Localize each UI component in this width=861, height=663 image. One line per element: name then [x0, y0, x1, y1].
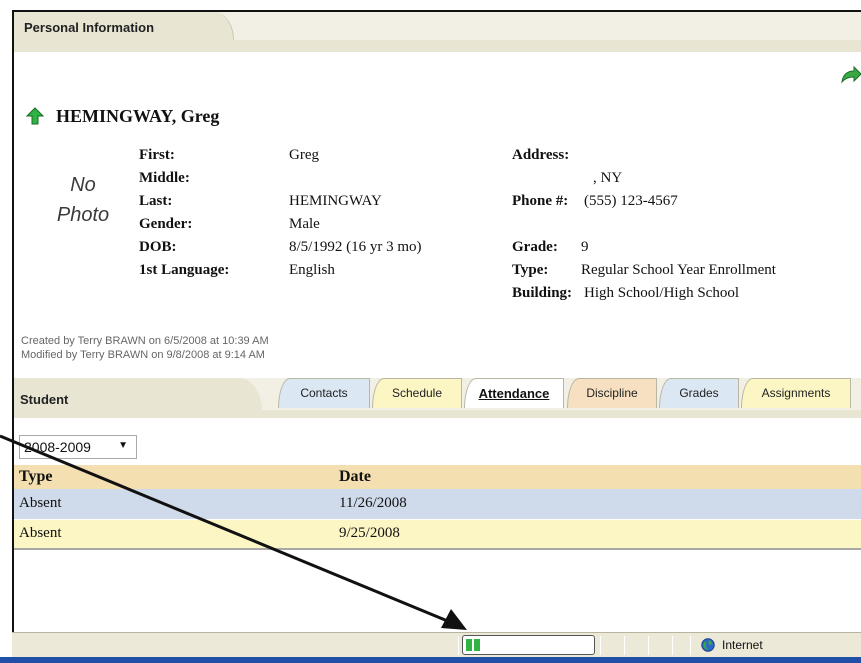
address-value: , NY	[593, 170, 623, 186]
table-header-row: Type Date	[14, 465, 861, 489]
gender-label: Gender:	[139, 216, 193, 232]
cell-type: Absent	[14, 519, 334, 550]
language-value: English	[289, 262, 335, 278]
status-separator	[458, 636, 459, 655]
gender-value: Male	[289, 216, 320, 232]
enrollment-type-value: Regular School Year Enrollment	[581, 262, 776, 278]
tab-contacts[interactable]: Contacts	[278, 378, 370, 408]
grade-label: Grade:	[512, 239, 558, 255]
enrollment-type-label: Type:	[512, 262, 549, 278]
status-separator	[624, 636, 625, 655]
status-separator	[600, 636, 601, 655]
modified-by-text: Modified by Terry BRAWN on 9/8/2008 at 9…	[21, 349, 265, 361]
security-zone-label: Internet	[722, 638, 763, 652]
table-row[interactable]: Absent 9/25/2008	[14, 519, 861, 550]
language-label: 1st Language:	[139, 262, 230, 278]
tab-bar-band	[14, 410, 861, 418]
browser-content-frame: Personal Information HEMINGWAY, Greg No …	[12, 10, 861, 632]
status-separator	[648, 636, 649, 655]
tab-schedule[interactable]: Schedule	[372, 378, 462, 408]
school-year-value: 2008-2009	[24, 439, 91, 455]
up-arrow-icon[interactable]	[26, 107, 44, 125]
student-name: HEMINGWAY, Greg	[56, 105, 220, 126]
building-label: Building:	[512, 285, 573, 301]
browser-status-bar: Internet	[12, 632, 861, 657]
forward-arrow-icon[interactable]	[840, 66, 861, 84]
phone-value: (555) 123-4567	[584, 193, 678, 209]
header-band	[14, 40, 861, 52]
photo-placeholder-line-2: Photo	[56, 204, 110, 226]
tab-attendance[interactable]: Attendance	[464, 378, 564, 408]
last-name-value: HEMINGWAY	[289, 193, 382, 209]
created-by-text: Created by Terry BRAWN on 6/5/2008 at 10…	[21, 335, 269, 347]
dob-label: DOB:	[139, 239, 177, 255]
address-label: Address:	[512, 147, 570, 163]
dob-value: 8/5/1992 (16 yr 3 mo)	[289, 239, 422, 255]
phone-label: Phone #:	[512, 193, 569, 209]
building-value: High School/High School	[584, 285, 740, 301]
student-name-row: HEMINGWAY, Greg	[26, 104, 219, 128]
progress-fill	[466, 639, 480, 651]
status-separator	[672, 636, 673, 655]
first-name-label: First:	[139, 147, 175, 163]
photo-placeholder: No Photo	[40, 170, 126, 230]
progress-block	[466, 639, 472, 651]
student-section-tab: Student	[14, 378, 262, 410]
tab-discipline[interactable]: Discipline	[567, 378, 657, 408]
grade-value: 9	[581, 239, 589, 255]
progress-block	[474, 639, 480, 651]
chevron-down-icon: ▼	[118, 440, 128, 451]
column-header-date[interactable]: Date	[334, 465, 861, 489]
photo-placeholder-line-1: No	[70, 174, 96, 196]
cell-date: 11/26/2008	[334, 489, 861, 520]
tab-grades[interactable]: Grades	[659, 378, 739, 408]
section-tab-personal-information: Personal Information	[14, 12, 234, 40]
student-tab-bar: Student Contacts Schedule Attendance Dis…	[14, 378, 861, 418]
cell-type: Absent	[14, 489, 334, 520]
last-name-label: Last:	[139, 193, 173, 209]
table-row[interactable]: Absent 11/26/2008	[14, 489, 861, 520]
attendance-table: Type Date Absent 11/26/2008 Absent 9/25/…	[14, 465, 861, 550]
cell-date: 9/25/2008	[334, 519, 861, 550]
page-load-progress-bar	[462, 635, 595, 655]
school-year-select[interactable]: 2008-2009 ▼	[19, 435, 137, 459]
taskbar-strip	[0, 657, 861, 663]
globe-icon	[701, 638, 715, 652]
section-header: Personal Information	[14, 12, 861, 40]
status-separator	[690, 636, 691, 655]
middle-name-label: Middle:	[139, 170, 190, 186]
column-header-type[interactable]: Type	[14, 465, 334, 489]
first-name-value: Greg	[289, 147, 319, 163]
tab-assignments[interactable]: Assignments	[741, 378, 851, 408]
